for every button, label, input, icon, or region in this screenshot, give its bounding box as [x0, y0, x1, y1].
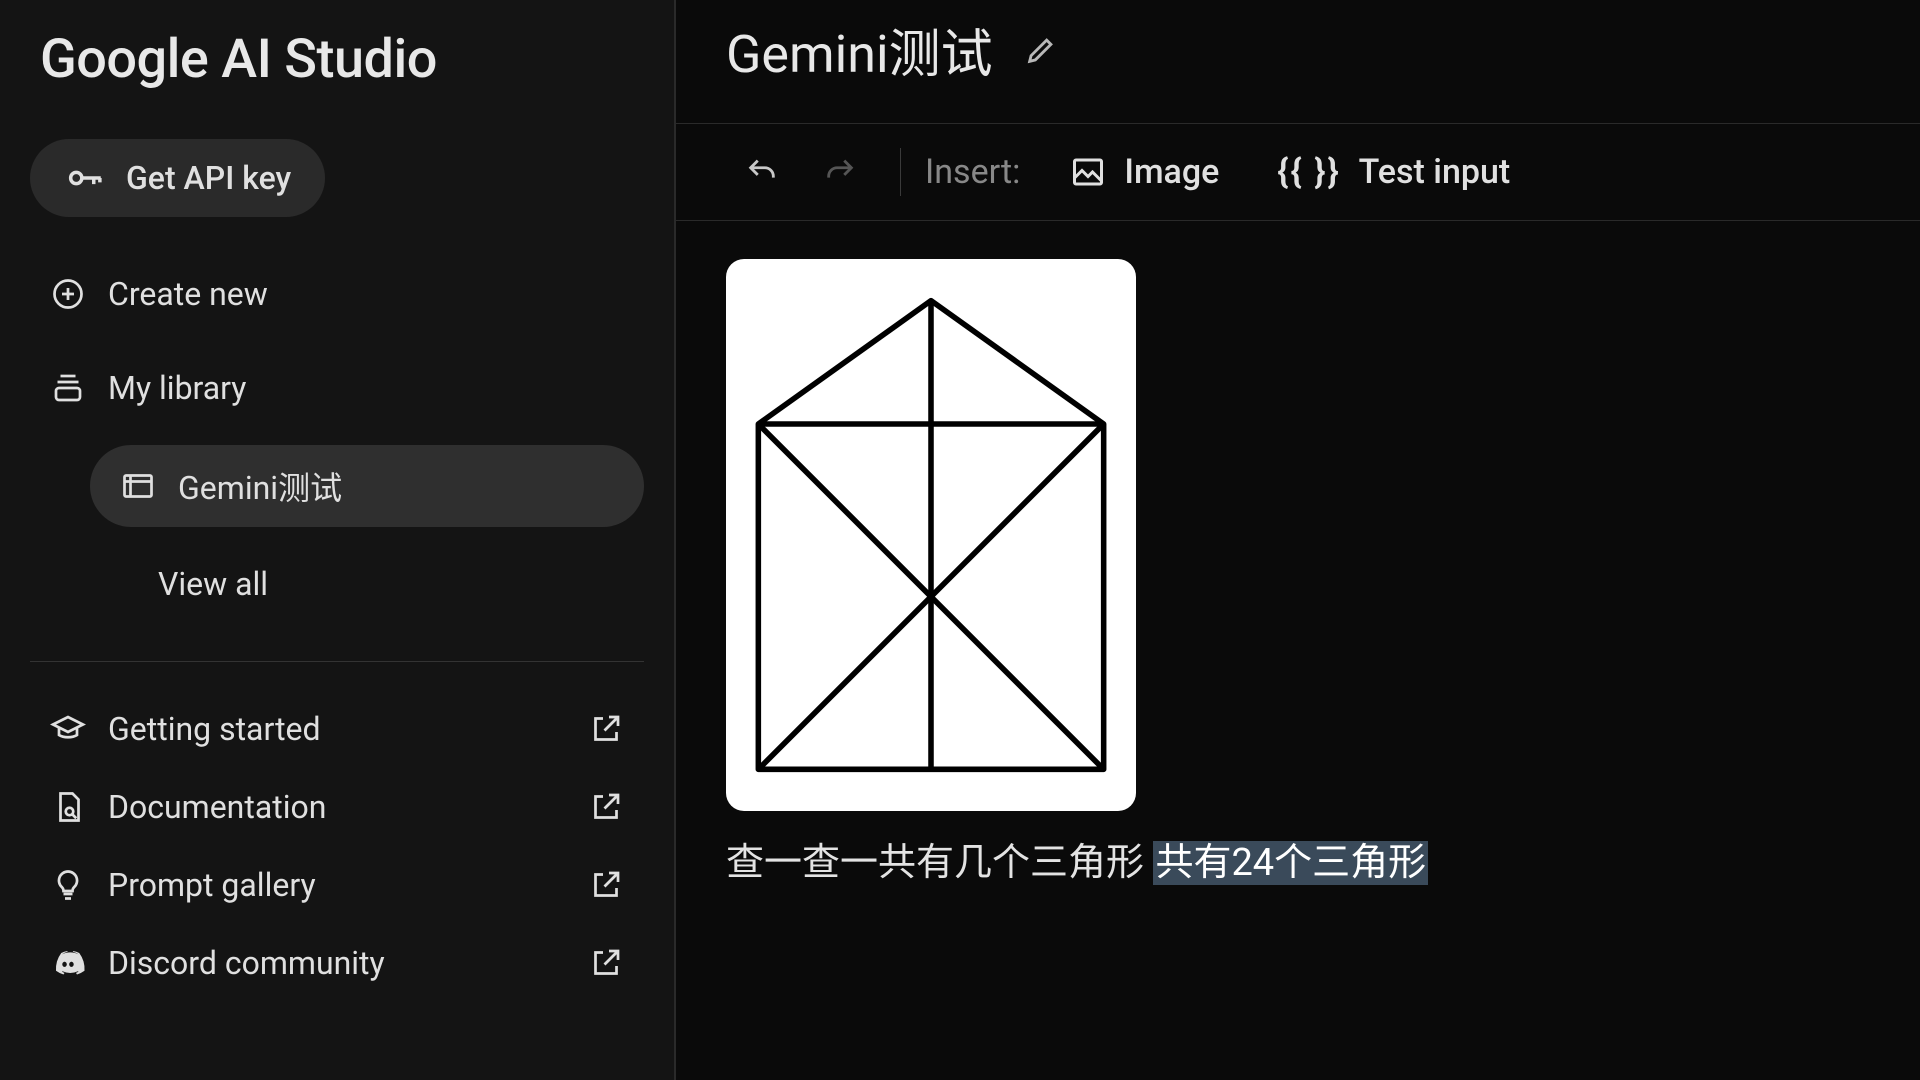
getting-started-link[interactable]: Getting started — [30, 690, 644, 768]
insert-label: Insert: — [925, 152, 1020, 192]
attached-image[interactable] — [726, 259, 1136, 811]
insert-image-label: Image — [1124, 152, 1219, 192]
discord-link[interactable]: Discord community — [30, 924, 644, 1002]
main-header: Gemini测试 — [676, 0, 1920, 123]
insert-image-button[interactable]: Image — [1056, 144, 1233, 200]
image-icon — [1070, 154, 1106, 190]
create-new-label: Create new — [108, 275, 268, 313]
prompt-content: 查一查一共有几个三角形 共有24个三角形 — [676, 221, 1920, 930]
app-title: Google AI Studio — [30, 10, 644, 139]
prompt-answer-selected: 共有24个三角形 — [1153, 841, 1428, 885]
sidebar-divider — [30, 661, 644, 662]
library-item-label: Gemini测试 — [178, 463, 342, 509]
view-all-label: View all — [158, 565, 268, 603]
prompt-text[interactable]: 查一查一共有几个三角形 共有24个三角形 — [726, 835, 1870, 892]
page-title: Gemini测试 — [726, 12, 993, 87]
document-search-icon — [50, 789, 86, 825]
prompt-question: 查一查一共有几个三角形 — [726, 841, 1144, 885]
view-all-button[interactable]: View all — [90, 547, 644, 621]
plus-circle-icon — [50, 276, 86, 312]
get-api-key-button[interactable]: Get API key — [30, 139, 325, 217]
toolbar: Insert: Image {{ }} Test input — [676, 123, 1920, 221]
triangle-figure — [746, 285, 1116, 785]
library-list: Gemini测试 View all — [30, 445, 644, 641]
prompt-gallery-link[interactable]: Prompt gallery — [30, 846, 644, 924]
external-link-icon — [588, 711, 624, 747]
redo-button[interactable] — [804, 142, 876, 202]
my-library-label: My library — [108, 369, 246, 407]
discord-label: Discord community — [108, 944, 385, 982]
documentation-link[interactable]: Documentation — [30, 768, 644, 846]
insert-test-input-label: Test input — [1359, 152, 1511, 192]
library-icon — [50, 370, 86, 406]
insert-test-input-button[interactable]: {{ }} Test input — [1263, 144, 1524, 200]
external-link-icon — [588, 789, 624, 825]
discord-icon — [50, 945, 86, 981]
toolbar-separator — [900, 148, 901, 196]
library-item-gemini[interactable]: Gemini测试 — [90, 445, 644, 527]
braces-icon: {{ }} — [1277, 152, 1340, 192]
prompt-gallery-label: Prompt gallery — [108, 866, 316, 904]
getting-started-label: Getting started — [108, 710, 321, 748]
documentation-label: Documentation — [108, 788, 326, 826]
create-new-button[interactable]: Create new — [30, 257, 644, 331]
external-link-icon — [588, 867, 624, 903]
undo-button[interactable] — [726, 142, 798, 202]
sidebar: Google AI Studio Get API key Create new — [0, 0, 676, 1080]
main-panel: Gemini测试 Insert: Ima — [676, 0, 1920, 1080]
external-link-icon — [588, 945, 624, 981]
get-api-key-label: Get API key — [126, 159, 291, 197]
key-icon — [64, 157, 106, 199]
edit-title-button[interactable] — [1021, 30, 1061, 70]
my-library-button[interactable]: My library — [30, 351, 644, 425]
prompt-icon — [120, 468, 156, 504]
graduation-cap-icon — [50, 711, 86, 747]
lightbulb-icon — [50, 867, 86, 903]
